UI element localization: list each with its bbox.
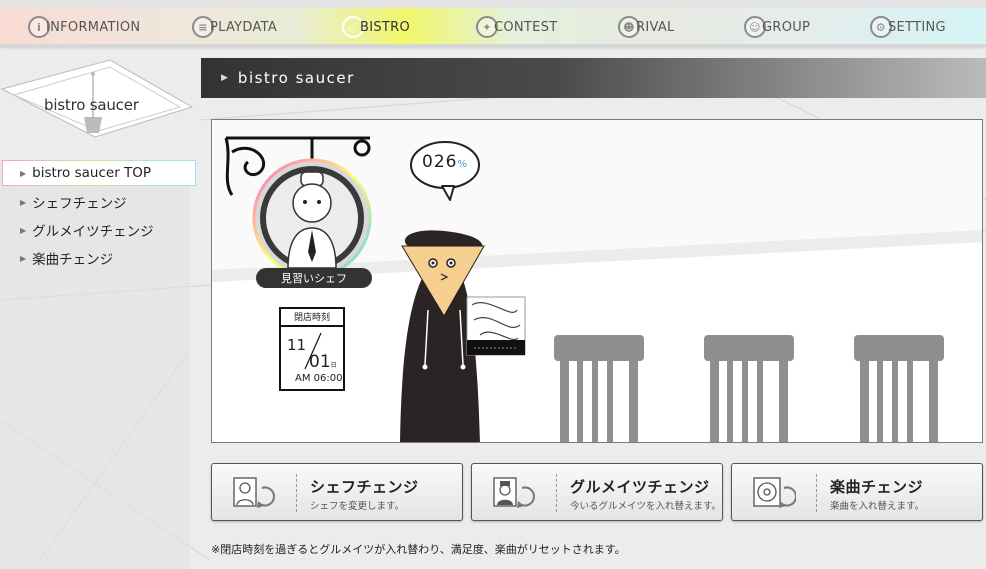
triangle-right-icon: ▶ xyxy=(20,253,27,263)
bistro-scene: 見習いシェフ 026% 閉店時刻 11 01日 AM 06:00 xyxy=(211,119,983,443)
sidebar-item-top[interactable]: ▶ bistro saucer TOP xyxy=(2,160,196,186)
nav-bistro[interactable]: ♨ BISTRO xyxy=(342,13,410,41)
nav-label: PLAYDATA xyxy=(210,19,278,35)
nav-group[interactable]: ☺ GROUP xyxy=(744,13,810,41)
page-title-bar: ▶ bistro saucer xyxy=(201,58,986,98)
sidebar-item-song-change[interactable]: ▶ 楽曲チェンジ xyxy=(0,244,196,272)
nav-label: CONTEST xyxy=(494,19,558,35)
triangle-right-icon: ▶ xyxy=(20,225,27,235)
satisfaction-unit: % xyxy=(457,159,468,170)
song-change-icon xyxy=(753,477,796,508)
triangle-right-icon: ▶ xyxy=(20,197,27,207)
satisfaction-bubble: 026% xyxy=(417,152,473,172)
button-subtitle: シェフを変更します。 xyxy=(310,501,405,512)
nav-rival[interactable]: ☻ RIVAL xyxy=(618,13,675,41)
sidebar-item-label: グルメイツチェンジ xyxy=(32,224,154,240)
button-separator xyxy=(296,474,297,512)
nav-label: GROUP xyxy=(762,19,811,35)
nav-contest[interactable]: ✦ CONTEST xyxy=(476,13,557,41)
chef-rank-label: 見習いシェフ xyxy=(256,268,372,288)
chef-change-icon xyxy=(233,477,275,508)
gourmate-change-icon xyxy=(493,477,535,508)
button-separator xyxy=(556,474,557,512)
top-nav: i INFORMATION ≡ PLAYDATA ♨ BISTRO ✦ CONT… xyxy=(0,0,986,46)
calendar-day: 01日 xyxy=(309,352,337,372)
sidebar-item-label: 楽曲チェンジ xyxy=(32,252,114,268)
button-title: 楽曲チェンジ xyxy=(830,478,924,496)
satisfaction-value: 026 xyxy=(422,152,458,172)
calendar-header: 閉店時刻 xyxy=(281,309,343,327)
triangle-right-icon: ▶ xyxy=(221,73,228,83)
closing-time-calendar: 閉店時刻 11 01日 AM 06:00 xyxy=(279,307,345,391)
nav-label: SETTING xyxy=(888,19,946,35)
calendar-day-value: 01 xyxy=(309,352,331,372)
calendar-time: AM 06:00 xyxy=(295,373,343,384)
nav-playdata[interactable]: ≡ PLAYDATA xyxy=(192,13,277,41)
chef-change-button[interactable]: シェフチェンジ シェフを変更します。 xyxy=(211,463,463,521)
nav-information[interactable]: i INFORMATION xyxy=(28,13,140,41)
sidebar-menu: ▶ bistro saucer TOP ▶ シェフチェンジ ▶ グルメイツチェン… xyxy=(0,160,196,272)
nav-label: INFORMATION xyxy=(46,19,141,35)
button-title: シェフチェンジ xyxy=(310,478,419,496)
nav-label: BISTRO xyxy=(360,19,411,35)
sidebar-item-label: シェフチェンジ xyxy=(32,196,127,212)
button-title: グルメイツチェンジ xyxy=(570,478,710,496)
logo-text: bistro saucer xyxy=(44,96,139,114)
calendar-day-suffix: 日 xyxy=(330,362,337,369)
triangle-right-icon: ▶ xyxy=(20,168,27,178)
page-title: bistro saucer xyxy=(237,69,355,87)
button-separator xyxy=(816,474,817,512)
reset-notice: ※閉店時刻を過ぎるとグルメイツが入れ替わり、満足度、楽曲がリセットされます。 xyxy=(211,543,626,556)
sidebar-item-gourmate-change[interactable]: ▶ グルメイツチェンジ xyxy=(0,216,196,244)
sidebar-item-chef-change[interactable]: ▶ シェフチェンジ xyxy=(0,188,196,216)
sidebar-item-label: bistro saucer TOP xyxy=(32,165,152,181)
nav-setting[interactable]: ⚙ SETTING xyxy=(870,13,946,41)
button-subtitle: 楽曲を入れ替えます。 xyxy=(830,501,925,512)
gourmate-change-button[interactable]: グルメイツチェンジ 今いるグルメイツを入れ替えます。 xyxy=(471,463,723,521)
nav-label: RIVAL xyxy=(636,19,675,35)
song-jacket xyxy=(466,296,526,356)
song-change-button[interactable]: 楽曲チェンジ 楽曲を入れ替えます。 xyxy=(731,463,983,521)
button-subtitle: 今いるグルメイツを入れ替えます。 xyxy=(570,501,722,512)
